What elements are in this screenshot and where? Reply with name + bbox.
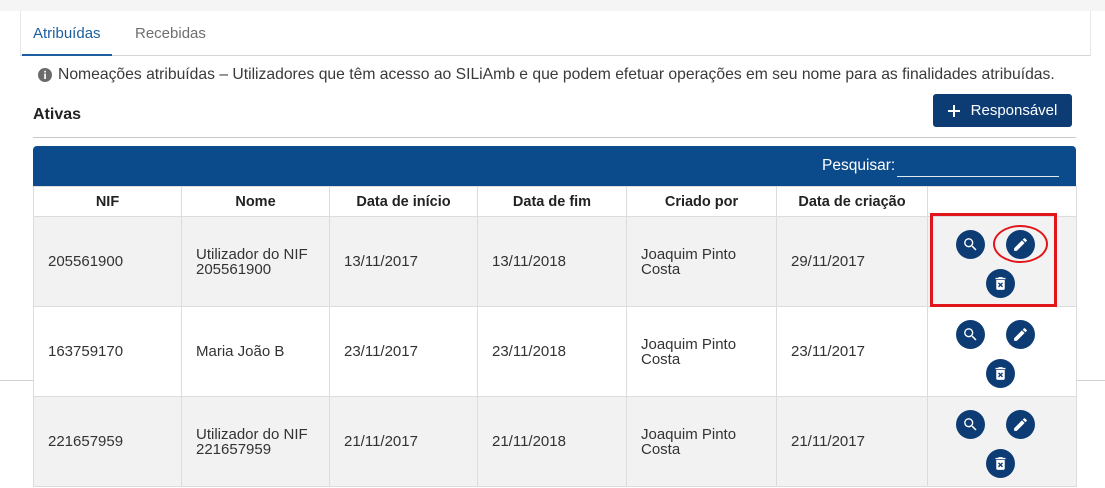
edit-icon — [1014, 417, 1027, 431]
info-banner: Nomeações atribuídas – Utilizadores que … — [38, 66, 1055, 84]
table-toolbar: Pesquisar: — [33, 146, 1076, 186]
row-actions — [928, 308, 1076, 396]
edit-button[interactable] — [1006, 319, 1035, 349]
cell-criado-por: Joaquim Pinto Costa — [626, 216, 777, 307]
section-divider — [33, 137, 1076, 138]
cell-data-inicio: 23/11/2017 — [329, 306, 478, 397]
search-label: Pesquisar: — [822, 157, 896, 174]
cell-nome: Maria João B — [181, 306, 330, 397]
info-text: Nomeações atribuídas – Utilizadores que … — [58, 66, 1055, 83]
cell-data-fim: 13/11/2018 — [477, 216, 627, 307]
tab-atribuidas[interactable]: Atribuídas — [33, 25, 101, 43]
table-row: 221657959 Utilizador do NIF 221657959 21… — [33, 396, 1077, 487]
table-row: 163759170 Maria João B 23/11/2017 23/11/… — [33, 306, 1077, 397]
view-button[interactable] — [956, 409, 985, 439]
cell-data-criacao: 21/11/2017 — [776, 396, 928, 487]
column-header-data-criacao[interactable]: Data de criação — [776, 186, 928, 217]
background-divider-right — [1076, 380, 1105, 381]
edit-button[interactable] — [1006, 409, 1035, 439]
view-button[interactable] — [956, 319, 985, 349]
add-responsavel-label: Responsável — [970, 101, 1058, 119]
highlight-box — [930, 213, 1057, 307]
tab-bar: Atribuídas Recebidas — [20, 11, 1091, 56]
search-icon — [964, 417, 977, 431]
active-tab-indicator — [22, 54, 112, 56]
plus-icon — [947, 104, 960, 117]
top-strip — [0, 0, 1105, 11]
column-header-nome[interactable]: Nome — [181, 186, 330, 217]
cell-data-fim: 21/11/2018 — [477, 396, 627, 487]
section-title: Ativas — [33, 106, 82, 123]
cell-actions — [927, 396, 1077, 487]
cell-data-criacao: 23/11/2017 — [776, 306, 928, 397]
cell-data-inicio: 21/11/2017 — [329, 396, 478, 487]
edit-icon — [1014, 327, 1027, 341]
cell-nif: 163759170 — [33, 306, 182, 397]
cell-data-fim: 23/11/2018 — [477, 306, 627, 397]
table-header-row: NIF Nome Data de início Data de fim Cria… — [33, 186, 1077, 217]
column-header-nif[interactable]: NIF — [33, 186, 182, 217]
cell-nif: 205561900 — [33, 216, 182, 307]
cell-nif: 221657959 — [33, 396, 182, 487]
cell-actions — [927, 306, 1077, 397]
cell-data-inicio: 13/11/2017 — [329, 216, 478, 307]
delete-icon — [995, 456, 1006, 470]
cell-criado-por: Joaquim Pinto Costa — [626, 396, 777, 487]
info-icon — [38, 68, 52, 82]
background-divider-left — [0, 380, 33, 381]
column-header-criado-por[interactable]: Criado por — [626, 186, 777, 217]
highlight-ellipse — [993, 225, 1048, 263]
column-header-data-fim[interactable]: Data de fim — [477, 186, 627, 217]
cell-nome: Utilizador do NIF 205561900 — [181, 216, 330, 307]
delete-icon — [995, 366, 1006, 380]
row-actions — [928, 398, 1076, 486]
cell-data-criacao: 29/11/2017 — [776, 216, 928, 307]
table-row: 205561900 Utilizador do NIF 205561900 13… — [33, 216, 1077, 307]
add-responsavel-button[interactable]: Responsável — [933, 94, 1072, 127]
search-icon — [964, 327, 977, 341]
data-table: NIF Nome Data de início Data de fim Cria… — [33, 186, 1077, 487]
search-input[interactable] — [897, 157, 1059, 177]
cell-nome: Utilizador do NIF 221657959 — [181, 396, 330, 487]
tab-recebidas[interactable]: Recebidas — [135, 25, 206, 43]
column-header-actions — [927, 186, 1077, 217]
cell-criado-por: Joaquim Pinto Costa — [626, 306, 777, 397]
delete-button[interactable] — [986, 448, 1015, 478]
delete-button[interactable] — [986, 358, 1015, 388]
column-header-data-inicio[interactable]: Data de início — [329, 186, 478, 217]
